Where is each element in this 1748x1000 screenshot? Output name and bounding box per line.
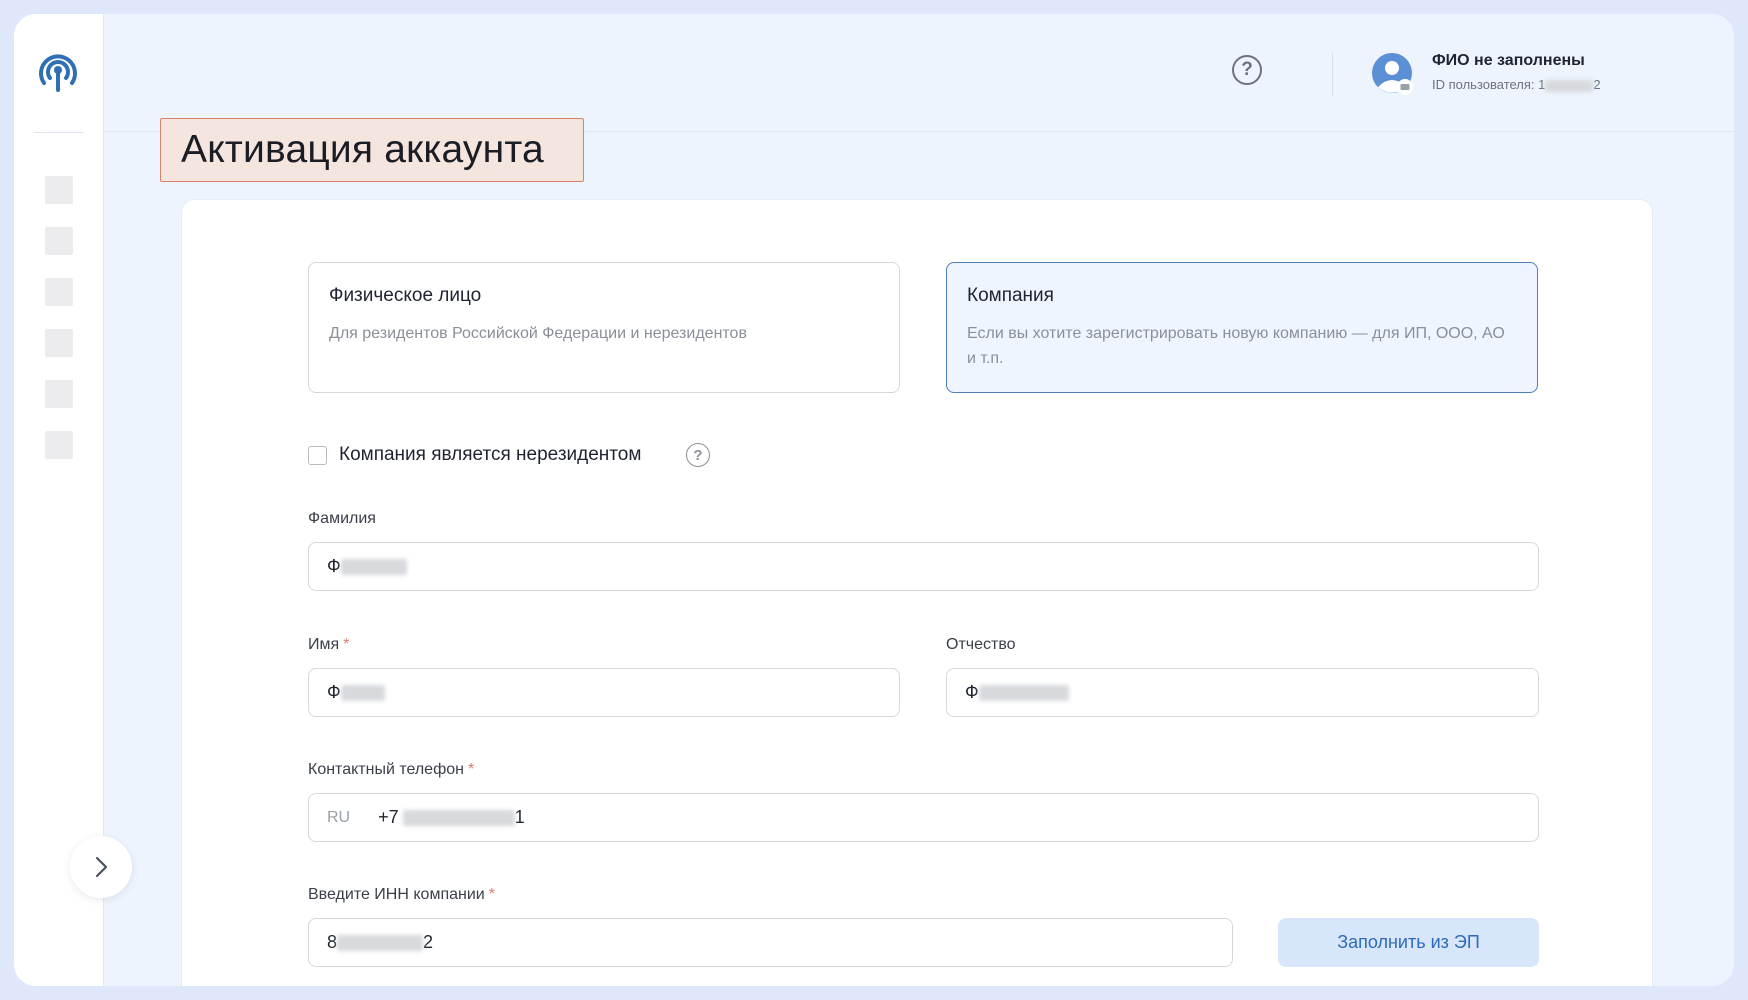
app-window: ? ФИО не заполнены ID пользователя: 12 А… (14, 14, 1734, 986)
sidebar-divider (34, 132, 84, 133)
name-label: Имя * (308, 636, 350, 653)
user-name: ФИО не заполнены (1432, 52, 1585, 69)
non-resident-help-icon[interactable]: ? (686, 443, 710, 467)
sidebar-item-4[interactable] (45, 329, 73, 357)
phone-label: Контактный телефон * (308, 761, 475, 778)
surname-label: Фамилия (308, 510, 376, 527)
inn-label: Введите ИНН компании * (308, 886, 495, 903)
patronymic-field[interactable]: Ф (946, 668, 1539, 717)
page-title: Активация аккаунта (181, 128, 544, 171)
activation-form-card: Физическое лицо Для резидентов Российско… (182, 200, 1652, 986)
inn-field[interactable]: 82 (308, 918, 1233, 967)
sidebar-item-3[interactable] (45, 278, 73, 306)
chevron-right-icon (95, 856, 108, 878)
country-code[interactable]: RU (327, 809, 350, 827)
name-field[interactable]: Ф (308, 668, 900, 717)
logo-icon[interactable] (36, 50, 80, 94)
sidebar-item-5[interactable] (45, 380, 73, 408)
sidebar-item-6[interactable] (45, 431, 73, 459)
avatar[interactable] (1372, 53, 1414, 95)
company-title: Компания (967, 285, 1054, 306)
fill-from-signature-button[interactable]: Заполнить из ЭП (1278, 918, 1539, 967)
patronymic-label: Отчество (946, 636, 1016, 653)
help-icon[interactable]: ? (1232, 55, 1262, 85)
non-resident-checkbox[interactable] (308, 446, 327, 465)
sidebar-expand-button[interactable] (70, 836, 132, 898)
sidebar-item-1[interactable] (45, 176, 73, 204)
account-type-individual[interactable]: Физическое лицо Для резидентов Российско… (308, 262, 900, 393)
individual-description: Для резидентов Российской Федерации и не… (329, 325, 747, 342)
individual-title: Физическое лицо (329, 285, 482, 306)
phone-field[interactable]: RU +7 1 (308, 793, 1539, 842)
sidebar-item-2[interactable] (45, 227, 73, 255)
account-type-company[interactable]: Компания Если вы хотите зарегистрировать… (946, 262, 1538, 393)
surname-field[interactable]: Ф (308, 542, 1539, 591)
user-id: ID пользователя: 12 (1432, 77, 1601, 92)
topbar-separator (1332, 52, 1333, 96)
page-title-highlight: Активация аккаунта (160, 118, 584, 182)
non-resident-label[interactable]: Компания является нерезидентом (339, 444, 641, 466)
company-description: Если вы хотите зарегистрировать новую ко… (967, 325, 1505, 367)
